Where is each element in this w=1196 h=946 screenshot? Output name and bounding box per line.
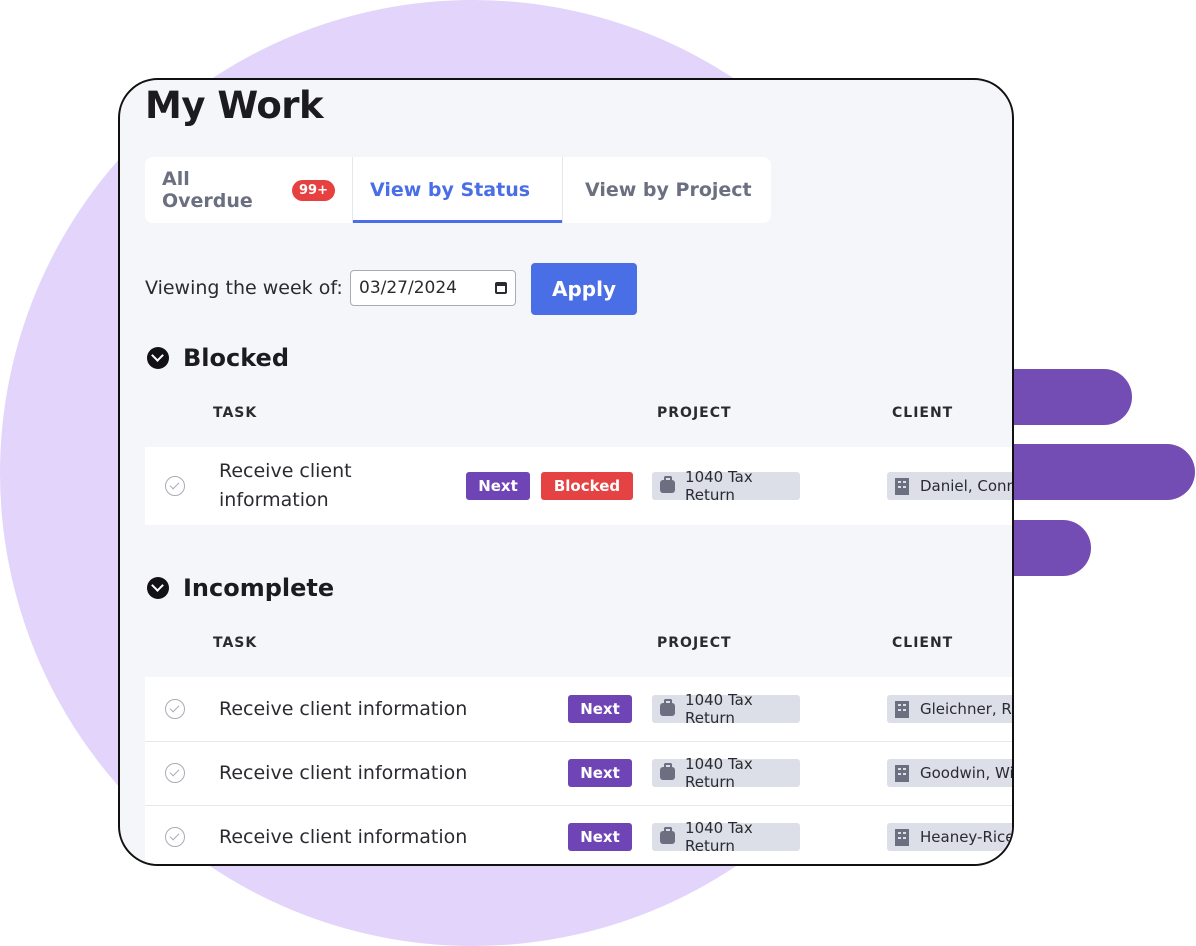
page-title: My Work xyxy=(145,84,324,127)
project-chip[interactable]: 1040 Tax Return xyxy=(652,755,800,791)
app-window: My Work All Overdue 99+ View by Status V… xyxy=(118,78,1014,866)
next-tag: Next xyxy=(466,472,530,500)
client-chip[interactable]: Heaney-Rice xyxy=(887,823,1014,851)
briefcase-icon xyxy=(660,762,676,780)
task-name: Receive client information xyxy=(219,457,352,515)
date-value: 03/27/2024 xyxy=(359,278,457,298)
column-header-project: PROJECT xyxy=(657,635,732,651)
tab-label: View by Status xyxy=(370,179,531,201)
task-name-line: Receive client xyxy=(219,460,352,482)
briefcase-icon xyxy=(660,698,676,716)
section-title: Incomplete xyxy=(183,574,335,602)
task-name-line: information xyxy=(219,489,329,511)
view-tabs: All Overdue 99+ View by Status View by P… xyxy=(145,157,771,223)
task-name: Receive client information xyxy=(219,826,468,848)
project-name: 1040 Tax Return xyxy=(685,468,753,504)
building-icon xyxy=(895,477,909,495)
client-name: Goodwin, Wil xyxy=(920,764,1014,782)
section-incomplete-header[interactable]: Incomplete xyxy=(147,574,334,602)
column-header-task: TASK xyxy=(213,405,258,421)
overdue-count-badge: 99+ xyxy=(292,179,335,201)
column-header-task: TASK xyxy=(213,635,258,651)
task-name: Receive client information xyxy=(219,698,468,720)
client-chip[interactable]: Gleichner, Rit xyxy=(887,695,1014,723)
client-name: Daniel, Conne xyxy=(920,477,1012,495)
building-icon xyxy=(895,828,909,846)
blocked-tag: Blocked xyxy=(541,472,633,500)
project-chip[interactable]: 1040 Tax Return xyxy=(652,691,800,727)
my-work-panel: My Work All Overdue 99+ View by Status V… xyxy=(145,80,1014,864)
project-name: 1040 Tax Return xyxy=(685,691,753,727)
client-chip[interactable]: Daniel, Conne xyxy=(887,472,1012,500)
week-filter-label: Viewing the week of: xyxy=(145,277,343,299)
task-row[interactable]: Receive client information Next Blocked … xyxy=(145,447,1012,525)
apply-button[interactable]: Apply xyxy=(531,263,637,315)
task-name: Receive client information xyxy=(219,762,468,784)
column-header-project: PROJECT xyxy=(657,405,732,421)
column-header-client: CLIENT xyxy=(892,635,954,651)
complete-check-icon[interactable] xyxy=(165,699,185,719)
task-row[interactable]: Receive client information Next 1040 Tax… xyxy=(145,742,1014,805)
next-tag: Next xyxy=(568,695,632,723)
task-row[interactable]: Receive client information Next 1040 Tax… xyxy=(145,677,1014,741)
week-date-input[interactable]: 03/27/2024 xyxy=(350,270,516,306)
section-blocked-header[interactable]: Blocked xyxy=(147,344,289,372)
complete-check-icon[interactable] xyxy=(165,476,185,496)
project-name: 1040 Tax Return xyxy=(685,755,753,791)
project-chip[interactable]: 1040 Tax Return xyxy=(652,468,800,504)
tab-view-by-project[interactable]: View by Project xyxy=(563,157,771,223)
next-tag: Next xyxy=(568,823,632,851)
calendar-icon[interactable] xyxy=(495,282,507,294)
project-name: 1040 Tax Return xyxy=(685,819,753,855)
task-row[interactable]: Receive client information Next 1040 Tax… xyxy=(145,806,1014,864)
client-name: Heaney-Rice xyxy=(920,828,1014,846)
section-title: Blocked xyxy=(183,344,290,372)
client-chip[interactable]: Goodwin, Wil xyxy=(887,759,1014,787)
briefcase-icon xyxy=(660,475,676,493)
chevron-down-icon[interactable] xyxy=(147,577,169,599)
client-name: Gleichner, Rit xyxy=(920,700,1014,718)
briefcase-icon xyxy=(660,826,676,844)
complete-check-icon[interactable] xyxy=(165,763,185,783)
project-chip[interactable]: 1040 Tax Return xyxy=(652,819,800,855)
tab-all-overdue[interactable]: All Overdue 99+ xyxy=(145,157,353,223)
building-icon xyxy=(895,764,909,782)
complete-check-icon[interactable] xyxy=(165,827,185,847)
column-header-client: CLIENT xyxy=(892,405,954,421)
building-icon xyxy=(895,700,909,718)
tab-view-by-status[interactable]: View by Status xyxy=(353,157,563,223)
chevron-down-icon[interactable] xyxy=(147,347,169,369)
next-tag: Next xyxy=(568,759,632,787)
tab-label: View by Project xyxy=(585,179,752,201)
tab-label: All Overdue xyxy=(162,168,253,212)
